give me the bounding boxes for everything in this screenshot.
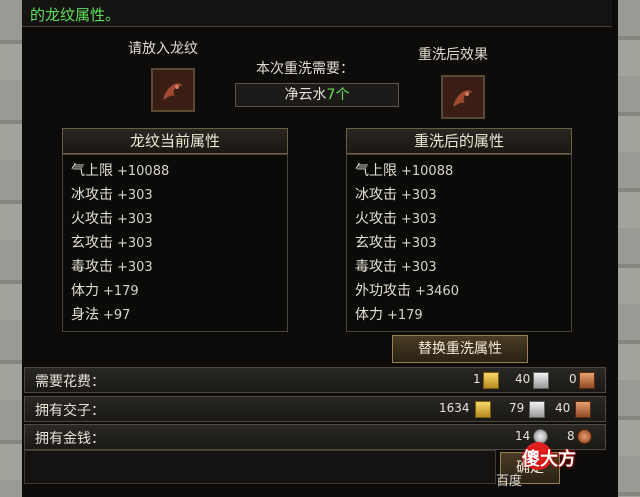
replace-attrs-button[interactable]: 替换重洗属性 — [392, 335, 528, 363]
new-attr-row: 火攻击 +303 — [355, 211, 437, 227]
cost-row: 需要花费： 1 40 0 — [24, 367, 606, 393]
reroll-cost-box: 净云水7个 — [235, 83, 399, 107]
current-attrs-list: 气上限 +10088 冰攻击 +303 火攻击 +303 玄攻击 +303 毒攻击 +30… — [62, 154, 288, 332]
dragon-pattern-input-slot[interactable] — [151, 68, 195, 112]
reroll-cost-label: 本次重洗需要： — [256, 61, 354, 77]
cost-item-count: 7个 — [326, 87, 350, 103]
current-attr-row: 冰攻击 +303 — [71, 187, 153, 203]
cost-gold-value: 1 — [473, 372, 481, 386]
cost-item-name: 净云水 — [284, 87, 327, 103]
result-slot-label: 重洗后效果 — [418, 47, 488, 63]
watermark-brand: 傻大方 — [522, 449, 576, 470]
silver-ingot-icon — [533, 372, 549, 389]
silver-ingot-icon — [529, 401, 545, 418]
put-slot-label: 请放入龙纹 — [128, 41, 198, 57]
jiaozi-silver-value: 79 — [509, 401, 525, 415]
message-text: 的龙纹属性。 — [30, 6, 121, 24]
gold-ingot-icon — [483, 372, 499, 389]
stone-wall-left — [0, 0, 22, 497]
current-attr-row: 体力 +179 — [71, 283, 139, 299]
chat-input-bar[interactable] — [24, 450, 496, 484]
current-attr-row: 气上限 +10088 — [71, 163, 170, 179]
owned-jiaozi-label: 拥有交子： — [35, 403, 105, 419]
owned-jiaozi-row: 拥有交子： 1634 79 40 — [24, 396, 606, 422]
cost-copper-value: 0 — [569, 372, 577, 386]
jiaozi-gold-value: 1634 — [439, 401, 470, 415]
cost-silver-value: 40 — [515, 372, 531, 386]
stone-wall-right — [618, 0, 640, 497]
new-attr-row: 外功攻击 +3460 — [355, 283, 459, 299]
copper-ingot-icon — [579, 372, 595, 389]
new-attr-row: 玄攻击 +303 — [355, 235, 437, 251]
new-attrs-title: 重洗后的属性 — [346, 128, 572, 154]
copper-ingot-icon — [575, 401, 591, 418]
dragon-pattern-result-slot[interactable] — [441, 75, 485, 119]
money-silver-value: 14 — [515, 429, 531, 443]
current-attr-row: 火攻击 +303 — [71, 211, 153, 227]
owned-money-label: 拥有金钱： — [35, 431, 105, 447]
money-copper-value: 8 — [567, 429, 575, 443]
current-attrs-title: 龙纹当前属性 — [62, 128, 288, 154]
current-attr-row: 玄攻击 +303 — [71, 235, 153, 251]
jiaozi-copper-value: 40 — [555, 401, 571, 415]
new-attr-row: 气上限 +10088 — [355, 163, 454, 179]
dragon-pattern-result-icon — [443, 77, 483, 117]
dragon-pattern-icon — [153, 70, 193, 110]
new-attr-row: 体力 +179 — [355, 307, 423, 323]
new-attr-row: 毒攻击 +303 — [355, 259, 437, 275]
gold-ingot-icon — [475, 401, 491, 418]
owned-money-row: 拥有金钱： 14 8 — [24, 424, 606, 450]
new-attr-row: 冰攻击 +303 — [355, 187, 437, 203]
watermark-baidu: 百度 — [496, 474, 523, 489]
current-attr-row: 毒攻击 +303 — [71, 259, 153, 275]
current-attr-row: 身法 +97 — [71, 307, 131, 323]
copper-coin-icon — [577, 429, 592, 444]
new-attrs-list: 气上限 +10088 冰攻击 +303 火攻击 +303 玄攻击 +303 毒攻击 +30… — [346, 154, 572, 332]
cost-row-label: 需要花费： — [35, 374, 105, 390]
